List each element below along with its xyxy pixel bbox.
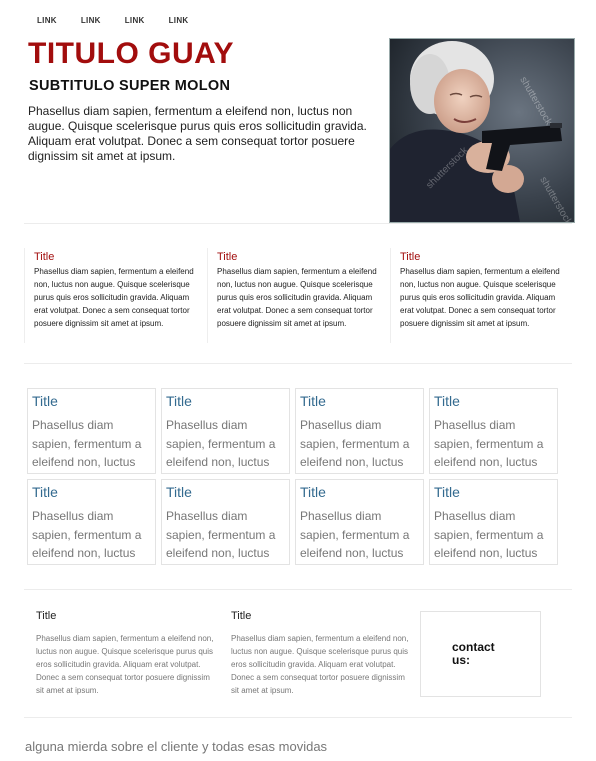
card-text: Phasellus diam sapien, fermentum a eleif… — [300, 418, 410, 469]
feature-text: Phasellus diam sapien, fermentum a eleif… — [400, 267, 560, 328]
hero-photo: shutterstock shutterstock shutterstock — [389, 38, 575, 223]
card-text: Phasellus diam sapien, fermentum a eleif… — [166, 509, 276, 560]
card-title: Title — [300, 393, 326, 409]
card-title: Title — [434, 484, 460, 500]
footer-text: Phasellus diam sapien, fermentum a eleif… — [231, 634, 409, 695]
feature-text: Phasellus diam sapien, fermentum a eleif… — [217, 267, 377, 328]
footer-title: Title — [231, 610, 252, 622]
card[interactable]: Title Phasellus diam sapien, fermentum a… — [295, 388, 424, 474]
card[interactable]: Title Phasellus diam sapien, fermentum a… — [27, 479, 156, 565]
card-title: Title — [300, 484, 326, 500]
nav-link-3[interactable]: LINK — [125, 16, 145, 25]
feature-column-1: Title Phasellus diam sapien, fermentum a… — [24, 248, 204, 343]
card-title: Title — [32, 393, 58, 409]
card-title: Title — [32, 484, 58, 500]
card-text: Phasellus diam sapien, fermentum a eleif… — [32, 418, 142, 469]
nav-link-1[interactable]: LINK — [37, 16, 57, 25]
divider — [24, 223, 572, 224]
hero-text: Phasellus diam sapien, fermentum a eleif… — [28, 104, 367, 163]
feature-title: Title — [217, 251, 238, 263]
divider — [24, 363, 572, 364]
top-nav: LINK LINK LINK LINK — [37, 16, 189, 25]
feature-title: Title — [34, 251, 55, 263]
feature-column-3: Title Phasellus diam sapien, fermentum a… — [390, 248, 570, 343]
card[interactable]: Title Phasellus diam sapien, fermentum a… — [429, 388, 558, 474]
card[interactable]: Title Phasellus diam sapien, fermentum a… — [27, 388, 156, 474]
nav-link-2[interactable]: LINK — [81, 16, 101, 25]
feature-text: Phasellus diam sapien, fermentum a eleif… — [34, 267, 194, 328]
card-title: Title — [166, 484, 192, 500]
footer-text: Phasellus diam sapien, fermentum a eleif… — [36, 634, 214, 695]
card[interactable]: Title Phasellus diam sapien, fermentum a… — [161, 479, 290, 565]
feature-column-2: Title Phasellus diam sapien, fermentum a… — [207, 248, 387, 343]
footer-column-2: Title Phasellus diam sapien, fermentum a… — [231, 610, 414, 697]
card[interactable]: Title Phasellus diam sapien, fermentum a… — [295, 479, 424, 565]
card[interactable]: Title Phasellus diam sapien, fermentum a… — [429, 479, 558, 565]
card-title: Title — [434, 393, 460, 409]
card[interactable]: Title Phasellus diam sapien, fermentum a… — [161, 388, 290, 474]
card-title: Title — [166, 393, 192, 409]
nav-link-4[interactable]: LINK — [169, 16, 189, 25]
hero-subtitle: SUBTITULO SUPER MOLON — [29, 78, 231, 94]
footer-title: Title — [36, 610, 57, 622]
divider — [24, 589, 572, 590]
contact-label: contact us: — [452, 640, 495, 667]
footer-column-1: Title Phasellus diam sapien, fermentum a… — [36, 610, 219, 697]
footer-tagline: alguna mierda sobre el cliente y todas e… — [25, 739, 328, 754]
card-text: Phasellus diam sapien, fermentum a eleif… — [32, 509, 142, 560]
divider — [24, 717, 572, 718]
card-text: Phasellus diam sapien, fermentum a eleif… — [300, 509, 410, 560]
card-text: Phasellus diam sapien, fermentum a eleif… — [166, 418, 276, 469]
card-text: Phasellus diam sapien, fermentum a eleif… — [434, 418, 544, 469]
hero-photo-illustration: shutterstock shutterstock shutterstock — [390, 39, 574, 222]
feature-title: Title — [400, 251, 421, 263]
card-text: Phasellus diam sapien, fermentum a eleif… — [434, 509, 544, 560]
contact-box[interactable]: contact us: — [420, 611, 541, 697]
hero-title: TITULO GUAY — [28, 37, 235, 70]
